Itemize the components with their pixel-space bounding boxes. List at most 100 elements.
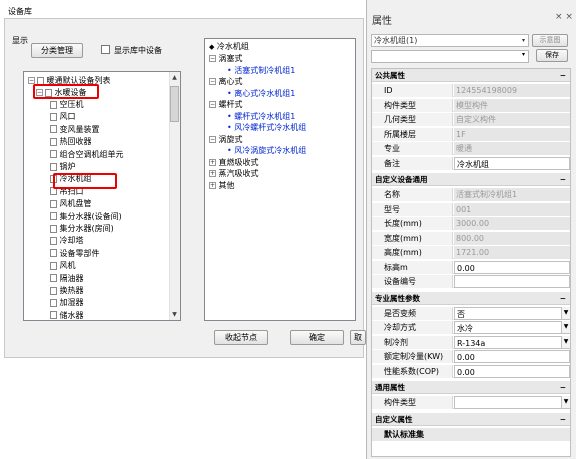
property-row: 冷却方式 水冷 ▼ [372, 321, 570, 334]
property-value[interactable]: 水冷 [454, 321, 570, 334]
property-value[interactable]: 0.00 [454, 260, 570, 274]
expand-icon[interactable]: − [209, 101, 216, 108]
ok-button[interactable]: 确定 [290, 330, 344, 345]
scrollbar-thumb[interactable] [170, 86, 179, 122]
property-section-header[interactable]: 公共属性 − [372, 69, 570, 82]
property-section-header[interactable]: 专业属性参数 − [372, 291, 570, 305]
tree-item[interactable]: 冷却塔 [50, 235, 84, 247]
tree2-group[interactable]: + 其他 [209, 180, 235, 192]
save-button[interactable]: 保存 [536, 49, 568, 62]
chevron-down-icon[interactable]: ▼ [561, 306, 570, 319]
tree-item[interactable]: 加湿器 [50, 297, 84, 309]
tree-item[interactable]: 风机盘管 [50, 198, 92, 210]
tree2-device[interactable]: • 离心式冷水机组1 [227, 88, 295, 100]
device-icon [50, 261, 57, 270]
tree2-group[interactable]: − 涡塞式 [209, 53, 243, 65]
collapse-icon[interactable]: − [560, 381, 566, 394]
expand-icon[interactable]: + [209, 170, 216, 177]
property-key: 设备编号 [372, 275, 453, 288]
show-in-library-checkbox[interactable] [101, 45, 110, 54]
property-key: 高度(mm) [372, 246, 453, 259]
property-section-header[interactable]: 自定义设备通用 − [372, 173, 570, 186]
tree2-group[interactable]: − 涡旋式 [209, 134, 243, 146]
tree2-device[interactable]: • 活塞式制冷机组1 [227, 65, 295, 77]
schematic-button[interactable]: 示意图 [532, 34, 568, 47]
highlight-box [53, 173, 117, 189]
scroll-down-icon[interactable]: ▼ [170, 310, 179, 319]
tree2-device[interactable]: • 风冷螺杆式冷水机组 [227, 122, 306, 134]
tree-item[interactable]: 组合空调机组单元 [50, 149, 124, 161]
device-icon [50, 224, 57, 233]
tree-item[interactable]: 变风量装置 [50, 124, 100, 136]
property-grid: 公共属性 − ID 124554198009 构件类型 模型构件 几何类型 自定义构件 所属楼层… [371, 68, 571, 457]
tree-item-label: 锅炉 [57, 162, 76, 171]
tree-item[interactable]: 风机 [50, 260, 76, 272]
tree-item[interactable]: 设备零部件 [50, 248, 100, 260]
tree2-root-label: 冷水机组 [214, 42, 249, 51]
tree-item[interactable]: 集分水器(房间) [50, 223, 114, 235]
tree-item-label: 风口 [57, 112, 76, 122]
tree-item[interactable]: 隔油器 [50, 273, 84, 285]
expand-icon[interactable]: + [209, 181, 216, 189]
property-key: 所属楼层 [372, 127, 453, 141]
property-section-header[interactable]: 自定义属性 − [372, 412, 570, 426]
property-row: 设备编号 [372, 275, 570, 288]
expand-icon[interactable]: − [209, 55, 216, 62]
chevron-down-icon[interactable]: ▾ [522, 51, 525, 58]
property-section-header[interactable]: 通用属性 − [372, 381, 570, 394]
property-value: 自定义构件 [454, 113, 570, 126]
type-selector[interactable]: ▾ [371, 50, 529, 63]
tree2-group[interactable]: + 蒸汽吸收式 [209, 168, 259, 180]
chevron-down-icon[interactable]: ▼ [561, 396, 570, 408]
collapse-nodes-button[interactable]: 收起节点 [214, 330, 268, 345]
tree2-device-label: 风冷螺杆式冷水机组 [234, 123, 307, 132]
tree2-device[interactable]: • 风冷涡旋式冷水机组 [227, 145, 306, 157]
property-row: 标高m 0.00 [372, 260, 570, 274]
tree2-group-label: 螺杆式 [216, 100, 243, 109]
classify-manage-button[interactable]: 分类管理 [31, 43, 83, 58]
property-key: 是否变频 [372, 306, 453, 320]
expand-icon[interactable]: + [209, 158, 216, 166]
collapse-icon[interactable]: − [560, 173, 566, 186]
expand-icon[interactable]: − [209, 78, 216, 85]
expand-icon[interactable]: − [28, 77, 35, 84]
scroll-up-icon[interactable]: ▲ [170, 73, 179, 82]
device-icon [50, 162, 57, 171]
collapse-icon[interactable]: − [560, 69, 566, 82]
tree2-group-label: 离心式 [216, 77, 243, 86]
tree2-root-node[interactable]: ◆ 冷水机组 [209, 41, 249, 53]
property-key: 名称 [372, 188, 453, 201]
tree-item[interactable]: 集分水器(设备间) [50, 211, 122, 223]
property-value[interactable]: 0.00 [454, 350, 570, 363]
tree2-group-label: 蒸汽吸收式 [216, 169, 259, 178]
property-row: 宽度(mm) 800.00 [372, 231, 570, 245]
tree2-group[interactable]: + 直燃吸收式 [209, 157, 259, 169]
tree-item[interactable]: 换热器 [50, 285, 84, 297]
property-value[interactable]: 冷水机组 [454, 156, 570, 170]
collapse-icon[interactable]: − [560, 292, 566, 305]
property-value[interactable]: 0.00 [454, 364, 570, 378]
property-value[interactable] [454, 275, 570, 288]
tree-item[interactable]: 风口 [50, 111, 76, 123]
cancel-button[interactable]: 取 [350, 330, 366, 345]
component-selector[interactable]: 冷水机组(1) ▾ [371, 34, 529, 47]
tree2-group[interactable]: − 螺杆式 [209, 99, 243, 111]
chevron-down-icon[interactable]: ▼ [561, 321, 570, 333]
tree2-device[interactable]: • 螺杆式冷水机组1 [227, 111, 295, 123]
property-key: 制冷剂 [372, 335, 453, 349]
property-value[interactable] [454, 396, 570, 409]
property-grid-scrollbar[interactable] [571, 68, 576, 457]
tree-item[interactable]: 热回收器 [50, 136, 92, 148]
close-icon[interactable]: × × [555, 12, 573, 22]
property-row: 备注 冷水机组 [372, 156, 570, 170]
tree-item[interactable]: 空压机 [50, 99, 84, 111]
property-value[interactable]: 否 [454, 306, 570, 320]
tree-item[interactable]: 锅炉 [50, 161, 76, 173]
chevron-down-icon[interactable]: ▼ [561, 335, 570, 348]
property-value[interactable]: R-134a [454, 335, 570, 349]
expand-icon[interactable]: − [209, 135, 216, 143]
collapse-icon[interactable]: − [560, 413, 566, 426]
chevron-down-icon[interactable]: ▾ [522, 35, 525, 46]
tree2-group[interactable]: − 离心式 [209, 76, 243, 88]
tree-item[interactable]: 储水器 [50, 310, 84, 320]
